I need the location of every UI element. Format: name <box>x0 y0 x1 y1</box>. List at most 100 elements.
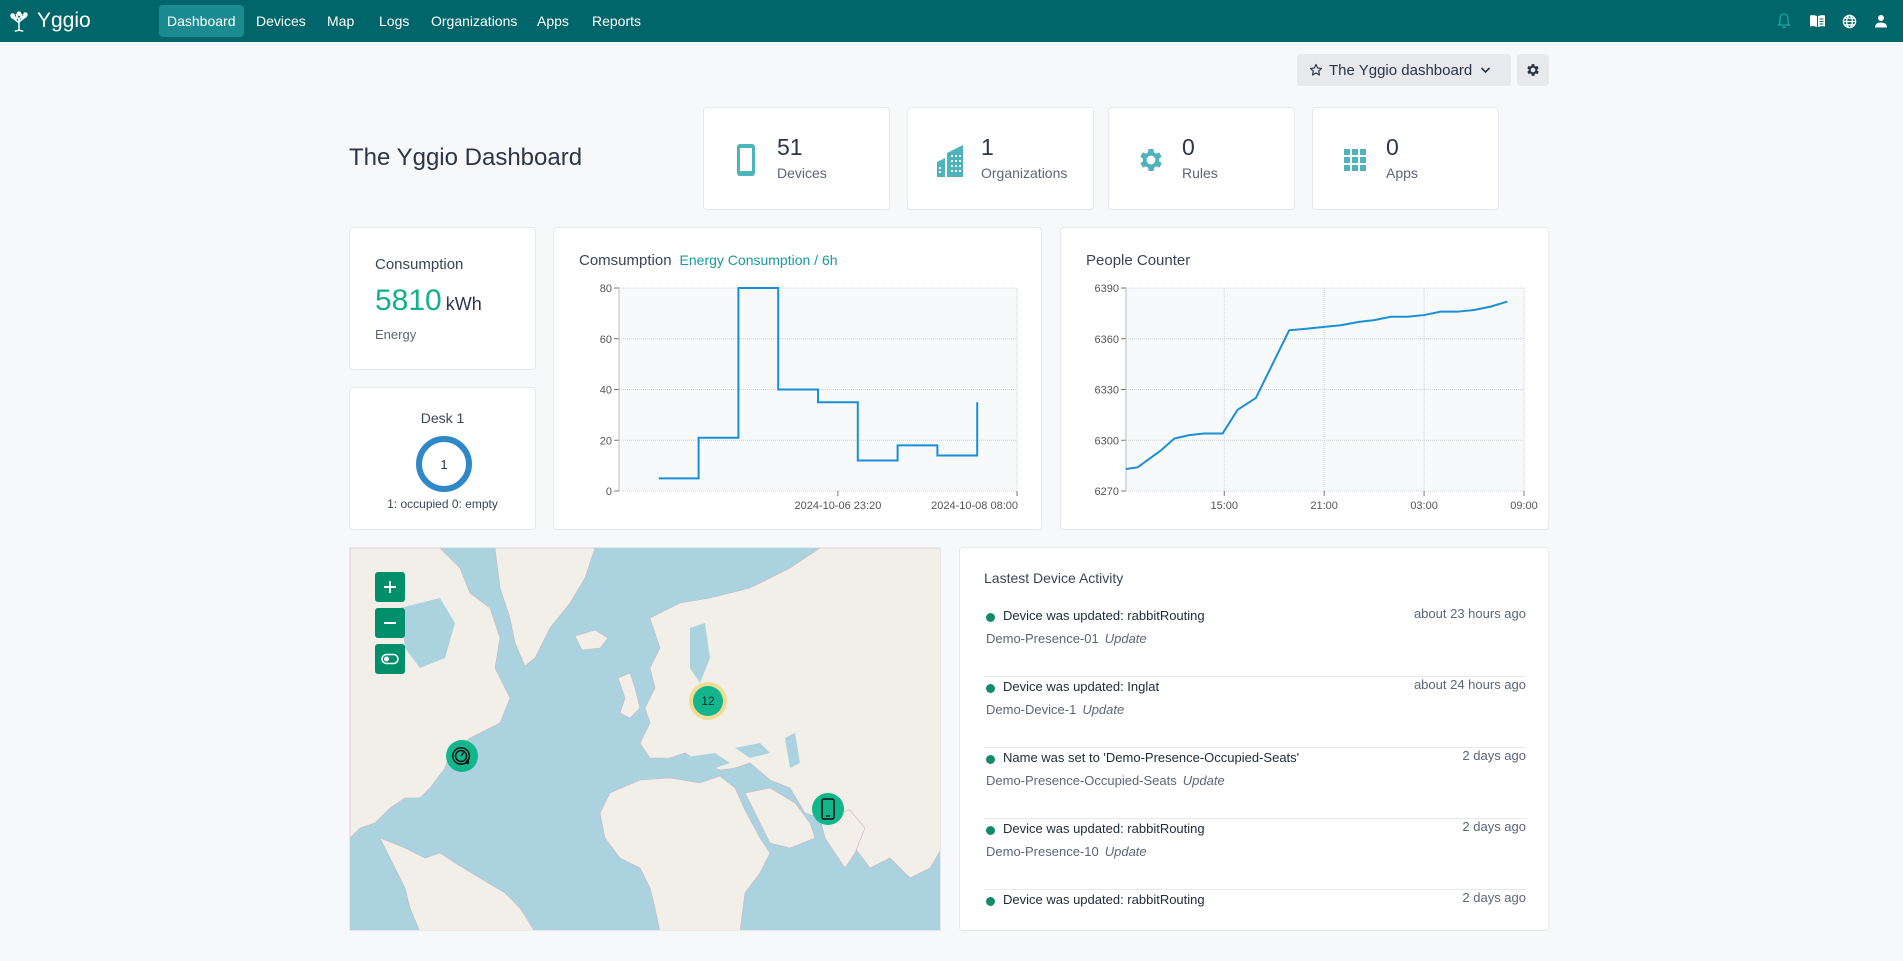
stat-label: Apps <box>1386 165 1418 181</box>
brand-logo[interactable]: Yggio <box>8 0 91 42</box>
y-tick-label: 20 <box>600 435 612 447</box>
y-tick-label: 80 <box>600 283 612 295</box>
plus-icon <box>384 581 396 593</box>
activity-item[interactable]: Name was set to 'Demo-Presence-Occupied-… <box>984 748 1526 819</box>
user-icon[interactable] <box>1871 11 1891 31</box>
globe-icon[interactable] <box>1839 11 1859 31</box>
minus-icon <box>384 622 396 624</box>
stat-card-apps[interactable]: 0 Apps <box>1312 107 1499 210</box>
stat-card-rules[interactable]: 0 Rules <box>1108 107 1295 210</box>
status-dot <box>986 897 995 906</box>
activity-device: Demo-Presence-10 Update <box>986 844 1147 859</box>
device-activity-card: Lastest Device Activity Device was updat… <box>959 547 1549 931</box>
map-tiles[interactable] <box>350 548 941 931</box>
desk-legend: 1: occupied 0: empty <box>387 497 498 511</box>
chart-title: People Counter <box>1086 252 1190 269</box>
map-zoom-in-button[interactable] <box>375 572 405 602</box>
nav-devices[interactable]: Devices <box>248 5 314 37</box>
y-tick-label: 40 <box>600 385 612 397</box>
people-counter-chart-card: 6270 6300 6330 6360 6390 15:00 21:00 03:00 09:00… <box>1060 227 1549 530</box>
device-map[interactable]: 12 <box>349 547 941 931</box>
chart-title-text: People Counter <box>1086 252 1191 269</box>
top-navbar: Yggio Dashboard Devices Map Logs Organiz… <box>0 0 1903 42</box>
y-tick-label: 6330 <box>1095 385 1119 397</box>
x-tick-label: 03:00 <box>1410 500 1438 512</box>
activity-message: Device was updated: rabbitRouting <box>1003 608 1205 623</box>
y-tick-label: 0 <box>606 486 612 498</box>
map-cluster-marker[interactable]: 12 <box>689 682 727 720</box>
activity-time: 2 days ago <box>1462 890 1526 905</box>
consumption-step-chart: 0 20 40 60 80 2024-10-06 23:20 2024-10-08 08:0… <box>600 283 1018 512</box>
chart-title: Comsumption Energy Consumption / 6h <box>579 252 838 269</box>
map-marker-gauge[interactable] <box>446 740 478 772</box>
map-zoom-out-button[interactable] <box>375 608 405 638</box>
consumption-value: 5810 <box>375 284 442 317</box>
x-tick-label: 2024-10-08 08:00 <box>931 500 1018 512</box>
page-title: The Yggio Dashboard <box>349 144 583 171</box>
y-tick-label: 6300 <box>1095 435 1119 447</box>
stat-label: Devices <box>777 165 827 181</box>
status-dot <box>986 613 995 622</box>
map-marker-device[interactable] <box>812 793 844 825</box>
consumption-chart-card: 0 20 40 60 80 2024-10-06 23:20 2024-10-08 08:0… <box>553 227 1042 530</box>
activity-device-name[interactable]: Demo-Presence-01 <box>986 631 1099 646</box>
activity-time: about 24 hours ago <box>1413 677 1526 692</box>
activity-list: Device was updated: rabbitRouting about … <box>984 606 1526 961</box>
gear-icon <box>1136 143 1166 177</box>
activity-message: Name was set to 'Demo-Presence-Occupied-… <box>1003 750 1300 765</box>
x-tick-label: 2024-10-06 23:20 <box>794 500 881 512</box>
consumption-subtitle: Energy <box>375 327 417 342</box>
activity-message: Device was updated: rabbitRouting <box>1003 892 1205 907</box>
activity-item[interactable]: Device was updated: Inglat about 24 hour… <box>984 677 1526 748</box>
x-tick-label: 21:00 <box>1310 500 1338 512</box>
bell-icon[interactable] <box>1774 11 1794 31</box>
dashboard-select-label: The Yggio dashboard <box>1329 61 1473 79</box>
gear-icon <box>1527 64 1539 76</box>
x-tick-label: 15:00 <box>1210 500 1238 512</box>
activity-device-name[interactable]: Demo-Device-1 <box>986 702 1076 717</box>
toggle-icon <box>381 653 399 665</box>
consumption-value-wrap: 5810 kWh <box>375 284 482 318</box>
desk-title: Desk 1 <box>420 410 465 426</box>
stat-value: 1 <box>981 134 994 160</box>
x-tick-label: 09:00 <box>1510 500 1538 512</box>
activity-title: Lastest Device Activity <box>984 570 1124 586</box>
people-counter-line-chart: 6270 6300 6330 6360 6390 15:00 21:00 03:00 09:00 <box>1095 283 1538 512</box>
desk-card: Desk 1 1 1: occupied 0: empty <box>349 387 536 530</box>
activity-message: Device was updated: rabbitRouting <box>1003 821 1205 836</box>
nav-dashboard[interactable]: Dashboard <box>159 5 244 37</box>
activity-item[interactable]: Device was updated: rabbitRouting 2 days… <box>984 890 1526 961</box>
activity-item[interactable]: Device was updated: rabbitRouting 2 days… <box>984 819 1526 890</box>
book-icon[interactable] <box>1807 11 1827 31</box>
phone-icon <box>731 143 761 177</box>
y-tick-label: 6390 <box>1095 283 1119 295</box>
nav-logs[interactable]: Logs <box>371 5 417 37</box>
nav-map[interactable]: Map <box>319 5 362 37</box>
activity-device: Demo-Device-1 Update <box>986 702 1124 717</box>
activity-item[interactable]: Device was updated: rabbitRouting about … <box>984 606 1526 677</box>
nav-reports[interactable]: Reports <box>584 5 649 37</box>
activity-type: Update <box>1182 773 1225 788</box>
status-dot <box>986 684 995 693</box>
nav-organizations[interactable]: Organizations <box>423 5 525 37</box>
stat-value: 51 <box>777 134 803 160</box>
activity-device-name[interactable]: Demo-Presence-10 <box>986 844 1099 859</box>
stat-value: 0 <box>1386 134 1399 160</box>
map-layer-toggle-button[interactable] <box>375 644 405 674</box>
grid-icon <box>1340 143 1370 177</box>
dashboard-select[interactable]: The Yggio dashboard <box>1297 54 1511 86</box>
dashboard-settings-button[interactable] <box>1517 54 1549 86</box>
chart-subtitle[interactable]: Energy Consumption / 6h <box>680 252 838 268</box>
stat-card-devices[interactable]: 51 Devices <box>703 107 890 210</box>
brand-name: Yggio <box>37 9 91 32</box>
nav-apps[interactable]: Apps <box>529 5 577 37</box>
y-tick-label: 60 <box>600 334 612 346</box>
consumption-title: Consumption <box>375 256 464 273</box>
desk-status-ring: 1 <box>416 436 472 492</box>
chart-title-text: Comsumption <box>579 252 672 269</box>
activity-time: about 23 hours ago <box>1413 606 1526 621</box>
activity-device-name[interactable]: Demo-Presence-Occupied-Seats <box>986 773 1177 788</box>
star-icon <box>1309 63 1323 77</box>
stat-card-organizations[interactable]: 1 Organizations <box>907 107 1094 210</box>
cluster-count: 12 <box>693 686 723 716</box>
